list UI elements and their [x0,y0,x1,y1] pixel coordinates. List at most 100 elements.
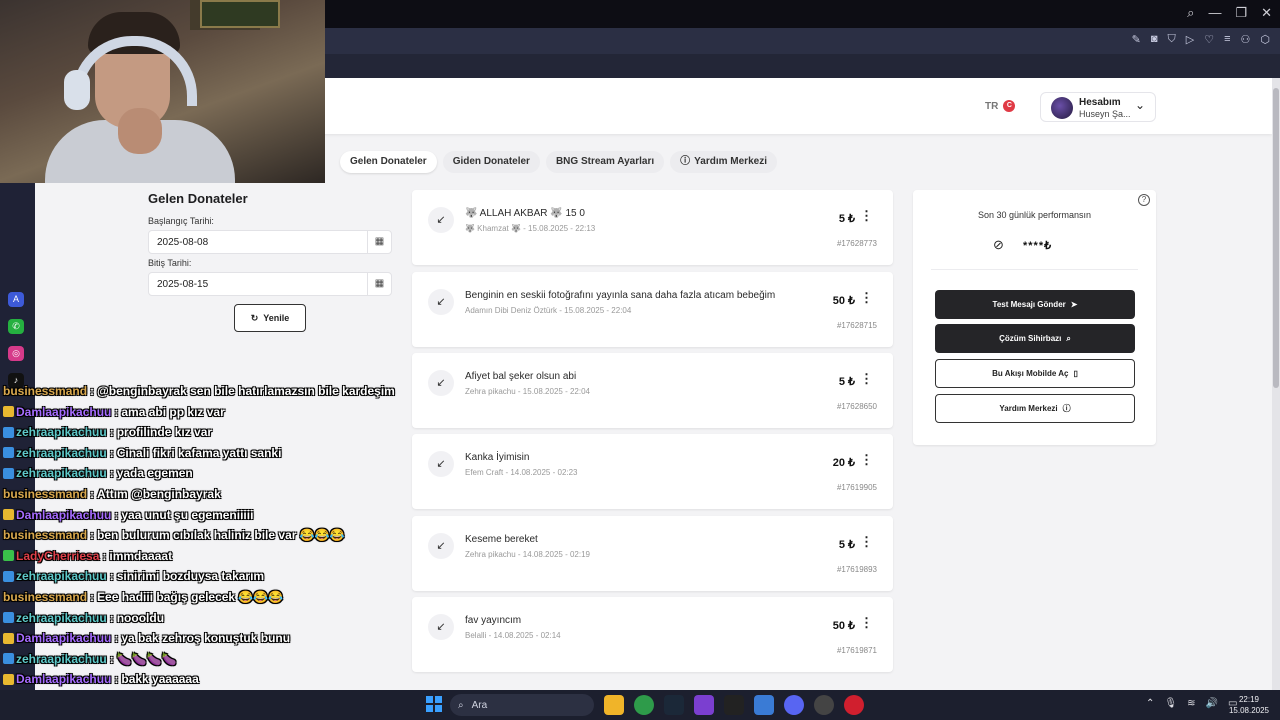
chat-message: zehraapikachuu: 🍆🍆🍆🍆 [3,652,176,666]
donation-amount: 5 ₺ [838,539,855,551]
chat-username[interactable]: zehraapikachuu [16,569,107,583]
more-options-icon[interactable]: ⋮ [860,534,873,550]
chat-message: zehraapikachuu: sinirimi bozduysa takarım [3,569,264,583]
chat-message: businessmand: ben bulurum cıbılak haliniz… [3,528,345,542]
more-options-icon[interactable]: ⋮ [860,290,873,306]
screen: ⌕ — ❐ ✕ ✎ ◙ ⛉ ▷ ♡ ≡ ⚇ ⬡ TR C Hesabım Hus… [0,0,1280,720]
chat-username[interactable]: businessmand [3,590,87,604]
windows-start-icon[interactable] [426,696,442,712]
more-options-icon[interactable]: ⋮ [860,208,873,224]
chat-username[interactable]: Damlaapikachuu [16,631,111,645]
tab-yardim-merkezi[interactable]: ⓘ Yardım Merkezi [670,151,777,173]
chat-username[interactable]: zehraapikachuu [16,652,107,666]
menu-icon[interactable]: ≡ [1224,33,1230,46]
app-icon[interactable] [814,695,834,715]
chat-username[interactable]: businessmand [3,528,87,542]
chrome-icon[interactable] [634,695,654,715]
language-selector[interactable]: TR C [985,100,1016,112]
profile-icon[interactable]: ⚇ [1241,33,1251,46]
donation-card[interactable]: ↙ Keseme bereket Zehra pikachu - 14.08.2… [412,516,893,591]
instagram-icon[interactable]: ◎ [8,346,24,361]
donation-meta: 🐺 Khamzat 🐺 - 15.08.2025 - 22:13 [465,224,596,233]
chat-username[interactable]: businessmand [3,384,87,398]
chat-username[interactable]: Damlaapikachuu [16,405,111,419]
epic-games-icon[interactable] [724,695,744,715]
chat-username[interactable]: zehraapikachuu [16,611,107,625]
tab-gelen-donateler[interactable]: Gelen Donateler [340,151,437,173]
chat-text: yada egemen [116,466,193,481]
divider [931,269,1138,270]
more-options-icon[interactable]: ⋮ [860,615,873,631]
open-mobile-button[interactable]: Bu Akışı Mobilde Aç ▯ [935,359,1135,388]
donation-card[interactable]: ↙ Afiyet bal şeker olsun abi Zehra pikac… [412,353,893,428]
tab-stream-ayarlari[interactable]: BNG Stream Ayarları [545,151,665,173]
chevron-up-icon[interactable]: ⌃ [1146,698,1154,709]
window-controls: ⌕ — ❐ ✕ [1187,5,1272,21]
microphone-icon[interactable]: 🎙 [1164,698,1177,709]
chat-message: businessmand: @benginbayrak sen bile hatı… [3,384,395,398]
scrollbar-thumb[interactable] [1273,88,1279,388]
chat-separator: : [114,404,119,419]
app-store-icon[interactable]: A [8,292,24,307]
chat-text: Cinali fikri kafama yattı sanki [116,445,282,460]
taskbar-clock[interactable]: 22:19 15.08.2025 [1224,694,1274,716]
help-center-button[interactable]: Yardım Merkezi ⓘ [935,394,1135,423]
refresh-button[interactable]: ↻ Yenile [234,304,306,332]
chat-username[interactable]: businessmand [3,487,87,501]
chat-message: businessmand: Attım @benginbayrak [3,487,221,501]
camera-icon[interactable]: ◙ [1151,33,1158,46]
extension-icon[interactable]: ⬡ [1260,33,1270,46]
steam-icon[interactable] [664,695,684,715]
donation-meta: Zehra pikachu - 15.08.2025 - 22:04 [465,387,590,396]
close-button[interactable]: ✕ [1261,5,1272,21]
more-options-icon[interactable]: ⋮ [860,371,873,387]
page-scrollbar[interactable] [1272,78,1280,690]
donation-card[interactable]: ↙ Kanka İyimisin Efem Craft - 14.08.2025… [412,434,893,509]
chat-username[interactable]: Damlaapikachuu [16,672,111,686]
chat-text: sinirimi bozduysa takarım [116,569,265,584]
eye-off-icon[interactable]: ⊘ [993,237,1004,253]
opera-gx-icon[interactable] [844,695,864,715]
refresh-label: Yenile [263,313,290,323]
start-date-field[interactable]: 2025-08-08 ▦ [148,230,392,254]
app-icon[interactable] [754,695,774,715]
end-date-field[interactable]: 2025-08-15 ▦ [148,272,392,296]
whatsapp-icon[interactable]: ✆ [8,319,24,334]
account-menu[interactable]: Hesabım Huseyn Şa... ⌄ [1040,92,1156,122]
edit-icon[interactable]: ✎ [1132,33,1141,46]
search-icon[interactable]: ⌕ [1187,5,1194,21]
wifi-icon[interactable]: ≋ [1187,698,1195,709]
app-icon[interactable] [694,695,714,715]
incoming-arrow-icon: ↙ [428,614,454,640]
donation-amount: 50 ₺ [832,620,855,632]
chat-username[interactable]: zehraapikachuu [16,466,107,480]
chat-username[interactable]: LadyCherriesa [16,549,99,563]
chat-separator: : [90,590,95,604]
chat-text: 🍆🍆🍆🍆 [116,651,177,666]
discord-icon[interactable] [784,695,804,715]
calendar-icon[interactable]: ▦ [367,273,391,295]
solution-wizard-button[interactable]: Çözüm Sihirbazı ⌕ [935,324,1135,353]
speaker-icon[interactable]: 🔊 [1205,698,1217,709]
shield-icon[interactable]: ⛉ [1168,33,1176,46]
file-explorer-icon[interactable] [604,695,624,715]
chat-username[interactable]: zehraapikachuu [16,446,107,460]
chat-username[interactable]: Damlaapikachuu [16,508,111,522]
donation-card[interactable]: ↙ fav yayıncım Belalli - 14.08.2025 - 02… [412,597,893,672]
donation-card[interactable]: ↙ Benginin en seskii fotoğrafını yayınla… [412,272,893,347]
taskbar-search[interactable]: ⌕ Ara [450,694,594,716]
play-icon[interactable]: ▷ [1186,33,1194,46]
donation-card[interactable]: ↙ 🐺 ALLAH AKBAR 🐺 15 0 🐺 Khamzat 🐺 - 15.… [412,190,893,265]
test-message-button[interactable]: Test Mesajı Gönder ➤ [935,290,1135,319]
chat-separator: : [90,384,95,398]
tab-giden-donateler[interactable]: Giden Donateler [442,151,540,173]
chat-message: Damlaapikachuu: bakk yaaaaaa [3,672,199,686]
chat-username[interactable]: zehraapikachuu [16,425,107,439]
chat-badge-icon [3,406,14,418]
more-options-icon[interactable]: ⋮ [860,452,873,468]
heart-icon[interactable]: ♡ [1204,33,1214,46]
help-icon[interactable]: ? [1138,194,1150,206]
restore-button[interactable]: ❐ [1235,5,1247,21]
calendar-icon[interactable]: ▦ [367,231,391,253]
minimize-button[interactable]: — [1208,5,1221,21]
